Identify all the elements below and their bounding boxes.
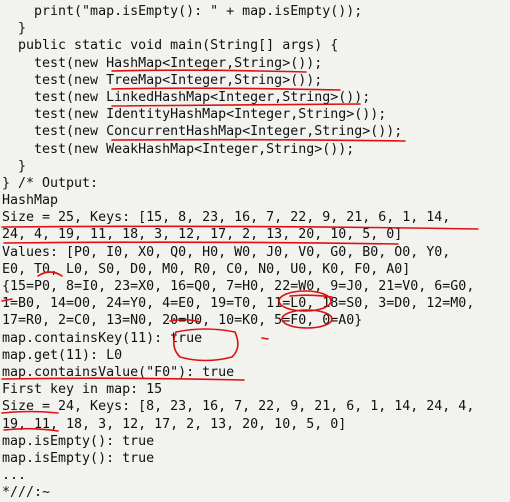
code-line: print("map.isEmpty(): " + map.isEmpty())… [2, 4, 363, 19]
output-line: {15=P0, 8=I0, 23=X0, 16=Q0, 7=H0, 22=W0,… [2, 279, 475, 294]
output-line: First key in map: 15 [2, 382, 163, 398]
output-line: *///:~ [2, 485, 51, 501]
code-line: } [2, 21, 27, 37]
output-map-name: HashMap [2, 193, 59, 209]
code-line: } /* Output: [2, 175, 99, 191]
output-line: 24, 4, 19, 11, 18, 3, 12, 17, 2, 13, 20,… [2, 227, 403, 243]
output-line: map.containsKey(11): true [2, 330, 203, 346]
code-line: } [2, 158, 27, 174]
code-line: public static void main(String[] args) { [2, 38, 339, 54]
output-line: Size = 25, Keys: [15, 8, 23, 16, 7, 22, … [2, 210, 451, 226]
output-line: Values: [P0, I0, X0, Q0, H0, W0, J0, V0,… [2, 244, 451, 260]
output-line: map.containsValue("F0"): true [2, 364, 235, 380]
output-line: map.get(11): L0 [2, 347, 123, 363]
code-line: test(new LinkedHashMap<Integer,String>()… [2, 89, 371, 105]
output-line: E0, T0, L0, S0, D0, M0, R0, C0, N0, U0, … [2, 261, 411, 277]
code-line: test(new HashMap<Integer,String>()); [2, 55, 323, 71]
output-line: map.isEmpty(): true [2, 450, 155, 466]
output-line: 1=B0, 14=O0, 24=Y0, 4=E0, 19=T0, 11=L0, … [2, 296, 475, 312]
code-line: test(new WeakHashMap<Integer,String>()); [2, 141, 355, 157]
code-line: test(new TreeMap<Integer,String>()); [2, 72, 323, 88]
code-listing: print("map.isEmpty(): " + map.isEmpty())… [0, 0, 510, 502]
output-line: map.isEmpty(): true [2, 433, 155, 449]
code-line: test(new ConcurrentHashMap<Integer,Strin… [2, 124, 403, 140]
output-line: 19, 11, 18, 3, 12, 17, 2, 13, 20, 10, 5,… [2, 416, 347, 432]
code-line: test(new IdentityHashMap<Integer,String>… [2, 107, 387, 123]
output-line: 17=R0, 2=C0, 13=N0, 20=U0, 10=K0, 5=F0, … [2, 313, 363, 329]
output-line: ... [2, 468, 27, 484]
output-line: Size = 24, Keys: [8, 23, 16, 7, 22, 9, 2… [2, 399, 475, 415]
